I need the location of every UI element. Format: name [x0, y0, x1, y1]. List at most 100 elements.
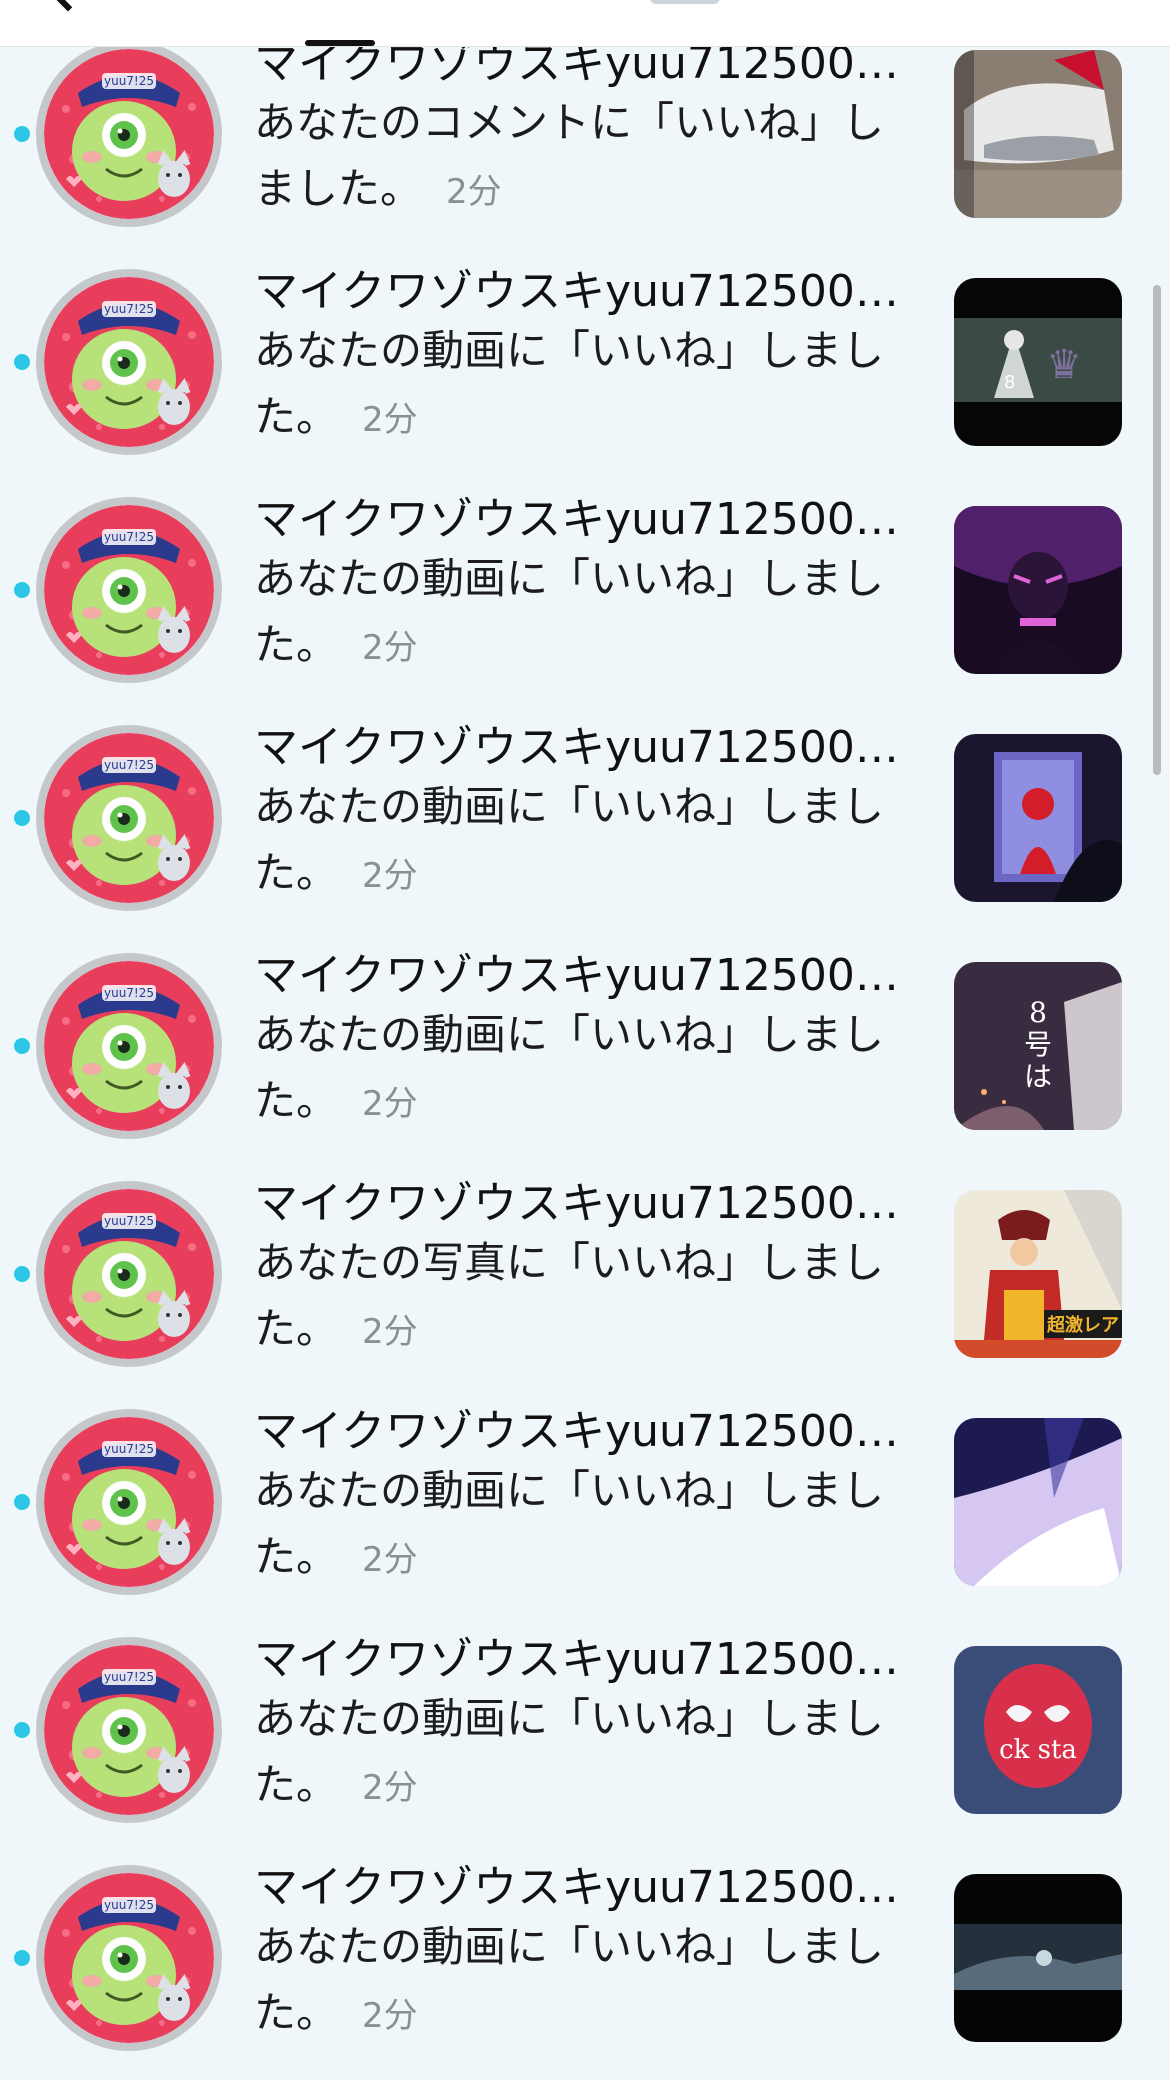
notification-message: あなたの写真に「いいね」しました。 2分 — [254, 1230, 914, 1365]
unread-dot — [14, 1722, 30, 1738]
username[interactable]: マイクワゾウスキyuu712500🦖… — [254, 722, 914, 774]
username[interactable]: マイクワゾウスキyuu712500🦖… — [254, 1178, 914, 1230]
message-text: あなたの動画に「いいね」しました。 — [254, 1694, 885, 1809]
anime-glow-thumbnail[interactable] — [954, 1418, 1122, 1586]
message-text: あなたの写真に「いいね」しました。 — [254, 1238, 885, 1353]
notification-item[interactable]: yuu7!25 マイクワゾウスキyuu712500🦖… あなたのコメントに「いいね… — [0, 20, 1170, 248]
svg-text:yuu7!25: yuu7!25 — [104, 74, 154, 88]
message-text: あなたの動画に「いいね」しました。 — [254, 782, 885, 897]
tab-label-fragment[interactable] — [650, 0, 720, 4]
notification-message: あなたの動画に「いいね」しました。 2分 — [254, 1914, 914, 2049]
notification-text-block[interactable]: マイクワゾウスキyuu712500🦖… あなたの動画に「いいね」しました。 2分 — [254, 1406, 914, 1593]
unread-dot — [14, 1266, 30, 1282]
notification-message: あなたの動画に「いいね」しました。 2分 — [254, 546, 914, 681]
timestamp: 2分 — [362, 1996, 418, 2036]
timestamp: 2分 — [362, 1312, 418, 1352]
username[interactable]: マイクワゾウスキyuu712500🦖… — [254, 950, 914, 1002]
notification-item[interactable]: yuu7!25 マイクワゾウスキyuu712500🦖… あなたの動画に「いいね」し… — [0, 248, 1170, 476]
mike-wazowski-avatar-icon[interactable]: yuu7!25 — [36, 1409, 222, 1595]
svg-text:は: は — [1024, 1060, 1052, 1093]
kaiju-text-thumbnail[interactable]: 8 号 は — [954, 962, 1122, 1130]
message-text: あなたの動画に「いいね」しました。 — [254, 554, 885, 669]
message-text: あなたの動画に「いいね」しました。 — [254, 326, 885, 441]
unread-dot — [14, 1494, 30, 1510]
notification-item[interactable]: yuu7!25 マイクワゾウスキyuu712500🦖… あなたの動画に「いいね」し… — [0, 704, 1170, 932]
notification-text-block[interactable]: マイクワゾウスキyuu712500🦖… あなたの動画に「いいね」しました。 2分 — [254, 266, 914, 453]
svg-text:yuu7!25: yuu7!25 — [104, 1670, 154, 1684]
notification-item[interactable]: yuu7!25 マイクワゾウスキyuu712500🦖… あなたの動画に「いいね」し… — [0, 1388, 1170, 1616]
notification-message: あなたのコメントに「いいね」しました。 2分 — [254, 90, 914, 225]
svg-text:yuu7!25: yuu7!25 — [104, 302, 154, 316]
svg-text:yuu7!25: yuu7!25 — [104, 986, 154, 1000]
message-text: あなたの動画に「いいね」しました。 — [254, 1922, 885, 2037]
dark-scene-thumbnail[interactable] — [954, 1874, 1122, 2042]
svg-text:yuu7!25: yuu7!25 — [104, 1898, 154, 1912]
notification-item[interactable]: yuu7!25 マイクワゾウスキyuu712500🦖… あなたの写真に「いいね」し… — [0, 1160, 1170, 1388]
spiderman-mask-thumbnail[interactable]: ck sta — [954, 1646, 1122, 1814]
notification-message: あなたの動画に「いいね」しました。 2分 — [254, 774, 914, 909]
notification-text-block[interactable]: マイクワゾウスキyuu712500🦖… あなたの動画に「いいね」しました。 2分 — [254, 494, 914, 681]
svg-text:yuu7!25: yuu7!25 — [104, 758, 154, 772]
active-tab-indicator — [305, 40, 375, 46]
notification-text-block[interactable]: マイクワゾウスキyuu712500🦖… あなたのコメントに「いいね」しました。 2分 — [254, 38, 914, 225]
back-chevron-icon[interactable] — [42, 0, 94, 12]
notification-text-block[interactable]: マイクワゾウスキyuu712500🦖… あなたの動画に「いいね」しました。 2分 — [254, 950, 914, 1137]
timestamp: 2分 — [362, 856, 418, 896]
message-text: あなたの動画に「いいね」しました。 — [254, 1010, 885, 1125]
mike-wazowski-avatar-icon[interactable]: yuu7!25 — [36, 1865, 222, 2051]
spiderman-door-thumbnail[interactable] — [954, 734, 1122, 902]
notification-text-block[interactable]: マイクワゾウスキyuu712500🦖… あなたの動画に「いいね」しました。 2分 — [254, 1862, 914, 2049]
message-text: あなたのコメントに「いいね」しました。 — [254, 98, 885, 213]
notification-text-block[interactable]: マイクワゾウスキyuu712500🦖… あなたの動画に「いいね」しました。 2分 — [254, 722, 914, 909]
username[interactable]: マイクワゾウスキyuu712500🦖… — [254, 1406, 914, 1458]
notification-item[interactable]: yuu7!25 マイクワゾウスキyuu712500🦖… あなたの動画に「いいね」し… — [0, 932, 1170, 1160]
unread-dot — [14, 126, 30, 142]
scrollbar[interactable] — [1153, 285, 1161, 775]
unread-dot — [14, 1038, 30, 1054]
anime-scene-thumbnail[interactable]: ♛ 8 — [954, 278, 1122, 446]
username[interactable]: マイクワゾウスキyuu712500🦖… — [254, 1862, 914, 1914]
pirate-card-thumbnail[interactable]: 超激レア — [954, 1190, 1122, 1358]
svg-text:yuu7!25: yuu7!25 — [104, 530, 154, 544]
mike-wazowski-avatar-icon[interactable]: yuu7!25 — [36, 41, 222, 227]
notification-item[interactable]: yuu7!25 マイクワゾウスキyuu712500🦖… あなたの動画に「いいね」し… — [0, 476, 1170, 704]
top-navigation-bar — [0, 0, 1170, 47]
unread-dot — [14, 582, 30, 598]
unread-dot — [14, 810, 30, 826]
notification-message: あなたの動画に「いいね」しました。 2分 — [254, 1002, 914, 1137]
svg-text:超激レア: 超激レア — [1047, 1314, 1119, 1336]
mike-wazowski-avatar-icon[interactable]: yuu7!25 — [36, 497, 222, 683]
svg-text:ck sta: ck sta — [999, 1735, 1077, 1765]
notification-text-block[interactable]: マイクワゾウスキyuu712500🦖… あなたの動画に「いいね」しました。 2分 — [254, 1634, 914, 1821]
svg-text:yuu7!25: yuu7!25 — [104, 1442, 154, 1456]
mike-wazowski-avatar-icon[interactable]: yuu7!25 — [36, 725, 222, 911]
username[interactable]: マイクワゾウスキyuu712500🦖… — [254, 494, 914, 546]
notification-message: あなたの動画に「いいね」しました。 2分 — [254, 318, 914, 453]
purple-character-thumbnail[interactable] — [954, 506, 1122, 674]
notification-message: あなたの動画に「いいね」しました。 2分 — [254, 1686, 914, 1821]
svg-text:8: 8 — [1004, 372, 1015, 393]
mike-wazowski-avatar-icon[interactable]: yuu7!25 — [36, 1181, 222, 1367]
username[interactable]: マイクワゾウスキyuu712500🦖… — [254, 1634, 914, 1686]
message-text: あなたの動画に「いいね」しました。 — [254, 1466, 885, 1581]
mike-wazowski-avatar-icon[interactable]: yuu7!25 — [36, 269, 222, 455]
timestamp: 2分 — [362, 1768, 418, 1808]
notification-text-block[interactable]: マイクワゾウスキyuu712500🦖… あなたの写真に「いいね」しました。 2分 — [254, 1178, 914, 1365]
svg-text:8: 8 — [1029, 996, 1047, 1029]
timestamp: 2分 — [362, 1540, 418, 1580]
mike-wazowski-avatar-icon[interactable]: yuu7!25 — [36, 953, 222, 1139]
timestamp: 2分 — [362, 1084, 418, 1124]
notification-item[interactable]: yuu7!25 マイクワゾウスキyuu712500🦖… あなたの動画に「いいね」し… — [0, 1844, 1170, 2072]
timestamp: 2分 — [446, 172, 502, 212]
notification-item[interactable]: yuu7!25 マイクワゾウスキyuu712500🦖… あなたの動画に「いいね」し… — [0, 1616, 1170, 1844]
unread-dot — [14, 1950, 30, 1966]
svg-text:yuu7!25: yuu7!25 — [104, 1214, 154, 1228]
username[interactable]: マイクワゾウスキyuu712500🦖… — [254, 266, 914, 318]
mike-wazowski-avatar-icon[interactable]: yuu7!25 — [36, 1637, 222, 1823]
sneaker-thumbnail[interactable] — [954, 50, 1122, 218]
timestamp: 2分 — [362, 400, 418, 440]
svg-text:♛: ♛ — [1046, 342, 1082, 388]
timestamp: 2分 — [362, 628, 418, 668]
notification-message: あなたの動画に「いいね」しました。 2分 — [254, 1458, 914, 1593]
svg-text:号: 号 — [1024, 1028, 1052, 1061]
